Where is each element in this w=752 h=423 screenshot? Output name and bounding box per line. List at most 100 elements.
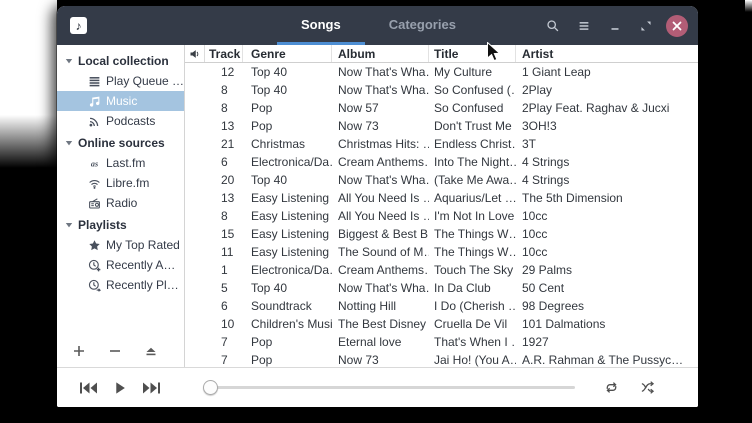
table-row[interactable]: 7 Pop Eternal love That's When I … 1927 [185, 333, 698, 351]
cell-genre: Electronica/Da… [243, 263, 332, 277]
play-button[interactable] [115, 382, 125, 394]
tab-songs[interactable]: Songs [277, 6, 365, 45]
sidebar-item-last-fm[interactable]: as Last.fm [57, 153, 184, 173]
column-header-track[interactable]: Track [205, 45, 243, 62]
repeat-icon[interactable] [604, 368, 619, 407]
table-row[interactable]: 10 Children's Music The Best Disney … Cr… [185, 315, 698, 333]
cell-genre: Easy Listening [243, 245, 332, 259]
cell-artist: 10cc [516, 209, 698, 223]
cell-track: 20 [205, 173, 243, 187]
speaker-icon [189, 48, 201, 60]
tab-categories[interactable]: Categories [365, 6, 480, 45]
table-row[interactable]: 12 Top 40 Now That's Wha… My Culture 1 G… [185, 63, 698, 81]
cell-title: I'm Not In Love [429, 209, 516, 223]
cell-genre: Top 40 [243, 83, 332, 97]
table-row[interactable]: 15 Easy Listening Biggest & Best B… The … [185, 225, 698, 243]
sidebar-item-label: Play Queue … [106, 74, 184, 88]
sidebar-item-music[interactable]: Music [57, 91, 184, 111]
view-switcher: Songs Categories [277, 6, 480, 45]
cell-artist: 2Play [516, 83, 698, 97]
recently-played-icon [88, 279, 101, 292]
sidebar-item-podcasts[interactable]: Podcasts [57, 111, 184, 131]
table-row[interactable]: 11 Easy Listening The Sound of M… The Th… [185, 243, 698, 261]
cell-track: 10 [205, 317, 243, 331]
cell-artist: A.R. Rahman & The Pussyc… [516, 353, 698, 367]
table-row[interactable]: 20 Top 40 Now That's Wha… (Take Me Awa… … [185, 171, 698, 189]
cell-genre: Pop [243, 335, 332, 349]
table-row[interactable]: 5 Top 40 Now That's Wha… In Da Club 50 C… [185, 279, 698, 297]
music-player-window: ♪ Songs Categories Local collection Play… [57, 6, 698, 407]
sidebar-item-recently-pl[interactable]: Recently Pl… [57, 275, 184, 295]
sidebar: Local collection Play Queue … Music Podc… [57, 45, 185, 367]
expander-triangle-icon [65, 139, 73, 147]
table-row[interactable]: 8 Easy Listening All You Need Is … I'm N… [185, 207, 698, 225]
cell-genre: Easy Listening [243, 191, 332, 205]
column-header-album[interactable]: Album [332, 45, 429, 62]
expander-triangle-icon [65, 221, 73, 229]
table-row[interactable]: 1 Electronica/Da… Cream Anthems… Touch T… [185, 261, 698, 279]
sidebar-section-header[interactable]: Playlists [57, 215, 184, 235]
table-row[interactable]: 8 Top 40 Now That's Wha… So Confused (… … [185, 81, 698, 99]
cell-album: The Best Disney … [332, 317, 429, 331]
cell-track: 7 [205, 353, 243, 367]
seek-track[interactable] [209, 386, 575, 389]
column-header-title[interactable]: Title [429, 45, 516, 62]
cell-artist: 10cc [516, 227, 698, 241]
minimize-button[interactable] [604, 15, 626, 37]
shuffle-icon[interactable] [640, 368, 655, 407]
cell-title: So Confused [429, 101, 516, 115]
sidebar-item-my-top-rated[interactable]: My Top Rated [57, 235, 184, 255]
sidebar-item-label: Podcasts [106, 114, 155, 128]
cell-artist: 2Play Feat. Raghav & Jucxi [516, 101, 698, 115]
desktop-background-top-left [0, 0, 57, 170]
menu-icon[interactable] [573, 15, 595, 37]
cell-title: The Things W… [429, 227, 516, 241]
previous-button[interactable] [79, 382, 98, 394]
cell-genre: Easy Listening [243, 209, 332, 223]
expander-triangle-icon [65, 57, 73, 65]
table-row[interactable]: 13 Pop Now 73 Don't Trust Me 3OH!3 [185, 117, 698, 135]
desktop-background-top-right [745, 0, 752, 12]
cell-artist: 4 Strings [516, 173, 698, 187]
column-header-artist[interactable]: Artist [516, 45, 698, 62]
table-row[interactable]: 6 Soundtrack Notting Hill I Do (Cherish … [185, 297, 698, 315]
sidebar-item-label: Last.fm [106, 156, 145, 170]
player-bar [57, 367, 698, 407]
table-row[interactable]: 6 Electronica/Da… Cream Anthems… Into Th… [185, 153, 698, 171]
songs-table: Track Genre Album Title Artist 12 Top 40… [185, 45, 698, 367]
play-queue-icon [88, 75, 101, 88]
cell-genre: Pop [243, 119, 332, 133]
cell-album: Eternal love [332, 335, 429, 349]
eject-button[interactable] [145, 345, 157, 357]
next-button[interactable] [142, 382, 161, 394]
cell-track: 8 [205, 83, 243, 97]
sidebar-item-recently-a[interactable]: Recently A… [57, 255, 184, 275]
seek-slider[interactable] [203, 368, 575, 407]
table-row[interactable]: 21 Christmas Christmas Hits: … Endless C… [185, 135, 698, 153]
cell-title: (Take Me Awa… [429, 173, 516, 187]
sidebar-item-play-queue[interactable]: Play Queue … [57, 71, 184, 91]
remove-playlist-button[interactable] [109, 345, 121, 357]
cell-genre: Electronica/Da… [243, 155, 332, 169]
cell-album: Cream Anthems… [332, 155, 429, 169]
cell-album: Now That's Wha… [332, 65, 429, 79]
close-button[interactable] [666, 15, 688, 37]
maximize-button[interactable] [635, 15, 657, 37]
search-icon[interactable] [542, 15, 564, 37]
sidebar-section-header[interactable]: Local collection [57, 51, 184, 71]
cell-track: 7 [205, 335, 243, 349]
add-playlist-button[interactable] [73, 345, 85, 357]
cell-genre: Children's Music [243, 317, 332, 331]
cell-artist: 3OH!3 [516, 119, 698, 133]
sidebar-section-label: Local collection [78, 54, 169, 68]
table-row[interactable]: 8 Pop Now 57 So Confused 2Play Feat. Rag… [185, 99, 698, 117]
sidebar-item-libre-fm[interactable]: Libre.fm [57, 173, 184, 193]
column-header-playing[interactable] [185, 45, 205, 62]
table-row[interactable]: 7 Pop Now 73 Jai Ho! (You A… A.R. Rahman… [185, 351, 698, 367]
sidebar-section-header[interactable]: Online sources [57, 133, 184, 153]
sidebar-item-radio[interactable]: Radio [57, 193, 184, 213]
column-header-genre[interactable]: Genre [243, 45, 332, 62]
seek-handle[interactable] [203, 380, 218, 395]
table-row[interactable]: 13 Easy Listening All You Need Is … Aqua… [185, 189, 698, 207]
cell-genre: Pop [243, 353, 332, 367]
